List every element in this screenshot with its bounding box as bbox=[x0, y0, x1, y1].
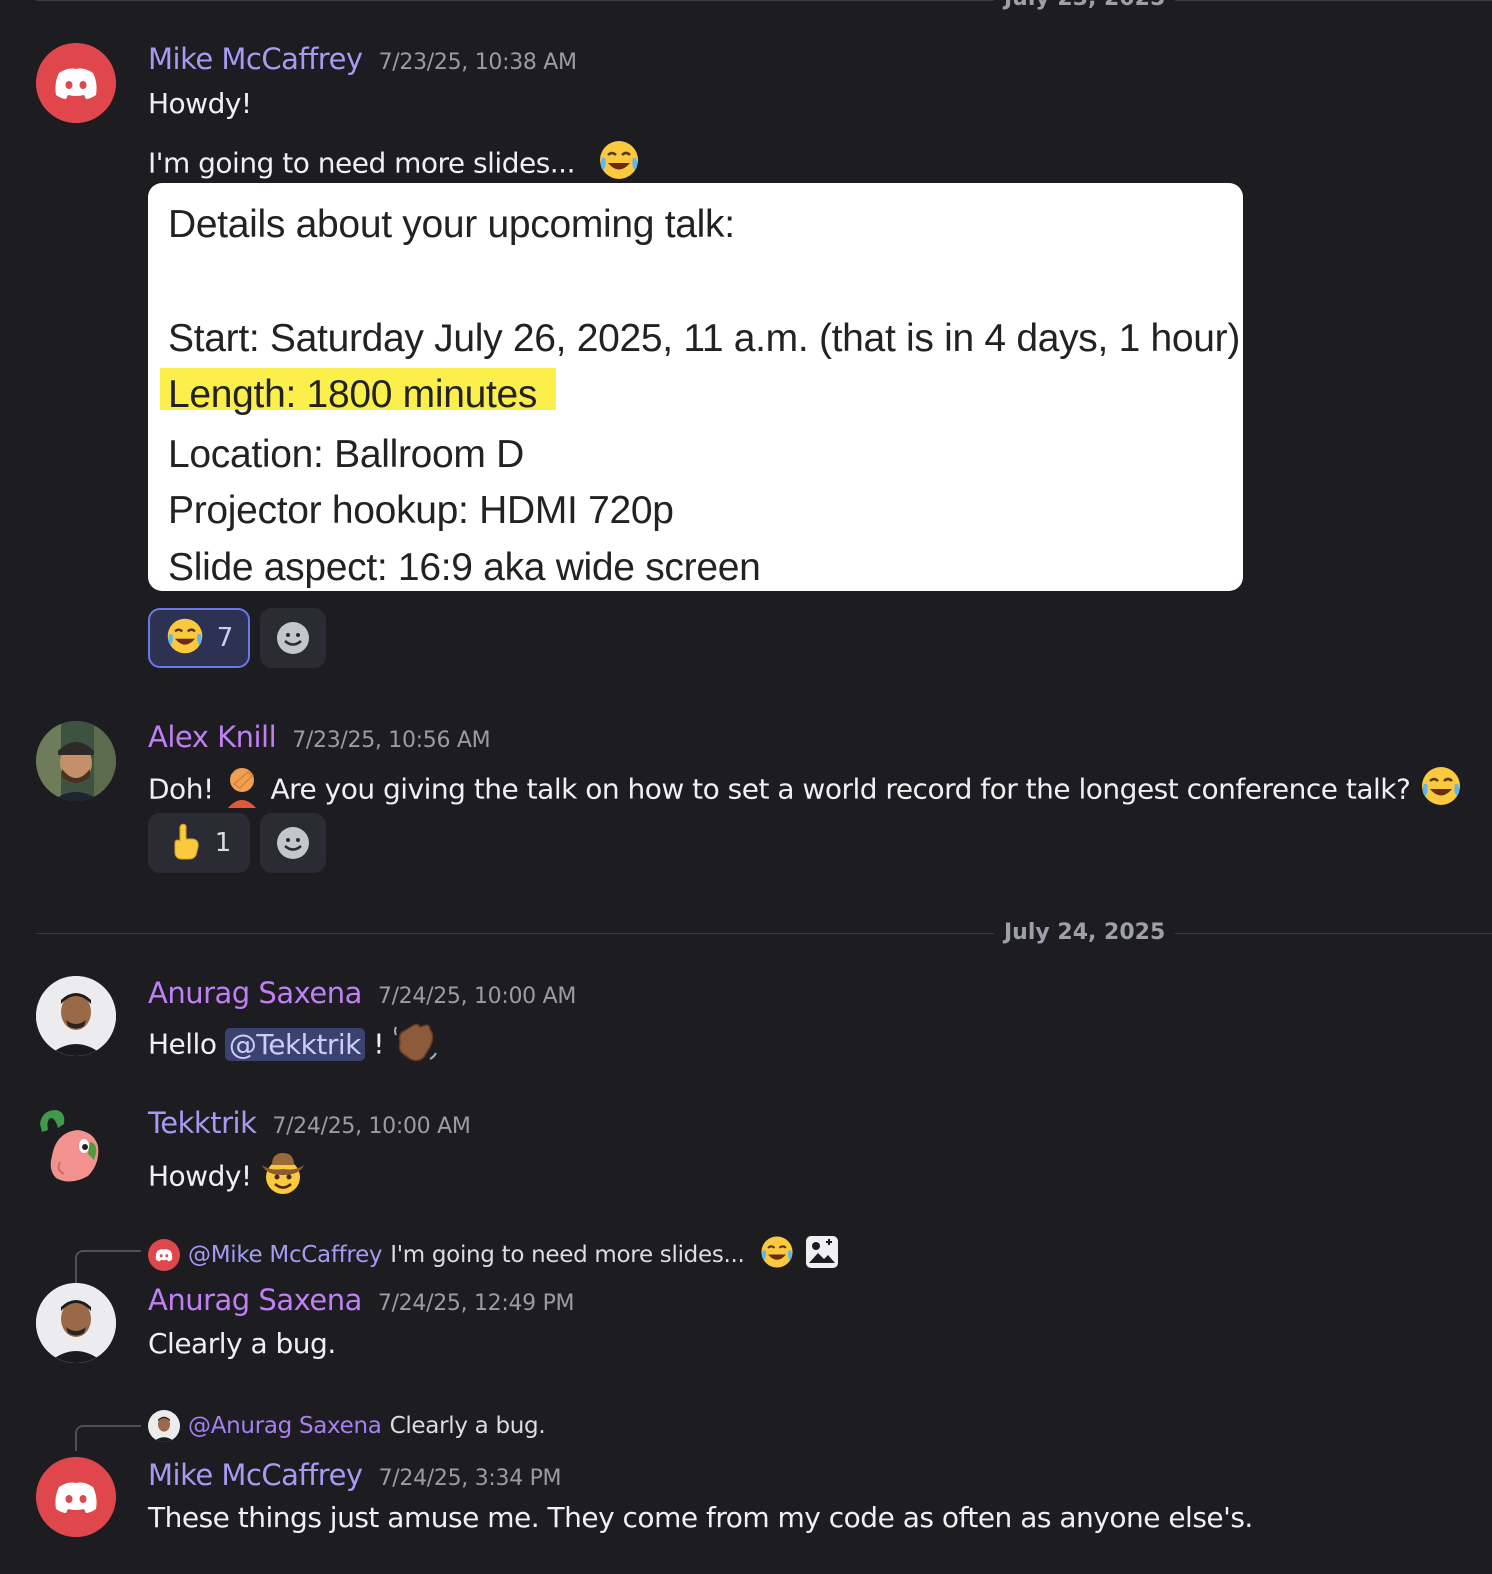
username[interactable]: Mike McCaffrey bbox=[148, 1458, 363, 1492]
attachment-line: Length: 1800 minutes bbox=[168, 373, 538, 416]
user-mention[interactable]: @Tekktrik bbox=[224, 1027, 365, 1061]
message-header: Mike McCaffrey 7/24/25, 3:34 PM bbox=[148, 1458, 562, 1492]
reaction-count: 1 bbox=[214, 828, 232, 858]
user-photo-icon bbox=[36, 721, 116, 801]
message-text-content: Hello bbox=[148, 1027, 217, 1061]
username[interactable]: Anurag Saxena bbox=[148, 976, 362, 1010]
reply-text: Clearly a bug. bbox=[389, 1413, 546, 1439]
add-reaction-icon bbox=[277, 622, 309, 654]
cowboy-emoji-icon bbox=[260, 1149, 306, 1206]
message-text-content: ! bbox=[373, 1027, 385, 1061]
reply-avatar bbox=[148, 1410, 180, 1442]
reaction-pointing-up[interactable]: 1 bbox=[148, 813, 250, 873]
attachment-line: Projector hookup: HDMI 720p bbox=[168, 489, 674, 532]
facepalm-emoji-icon bbox=[222, 764, 262, 817]
username[interactable]: Mike McCaffrey bbox=[148, 42, 363, 76]
message-text-content: Doh! bbox=[148, 772, 214, 806]
avatar[interactable] bbox=[36, 976, 116, 1056]
parrot-avatar-icon bbox=[40, 1110, 99, 1182]
username[interactable]: Anurag Saxena bbox=[148, 1283, 362, 1317]
user-photo-icon bbox=[36, 976, 116, 1056]
username[interactable]: Tekktrik bbox=[148, 1106, 257, 1140]
timestamp[interactable]: 7/24/25, 12:49 PM bbox=[378, 1291, 575, 1316]
joy-emoji-icon bbox=[759, 1234, 795, 1276]
reply-text: I'm going to need more slides... bbox=[390, 1242, 745, 1268]
reply-spine bbox=[75, 1250, 141, 1286]
pointing-up-hand-emoji-icon bbox=[167, 821, 203, 865]
reply-spine bbox=[75, 1425, 141, 1451]
image-attachment-icon bbox=[805, 1235, 839, 1275]
reply-avatar bbox=[148, 1239, 180, 1271]
timestamp[interactable]: 7/23/25, 10:56 AM bbox=[292, 728, 490, 753]
message-text-content: I'm going to need more slides... bbox=[148, 146, 575, 180]
reply-author[interactable]: @Anurag Saxena bbox=[188, 1413, 382, 1439]
discord-logo-icon bbox=[36, 1457, 116, 1537]
image-attachment[interactable]: Details about your upcoming talk: Start:… bbox=[148, 183, 1243, 591]
timestamp[interactable]: 7/24/25, 10:00 AM bbox=[378, 984, 576, 1009]
message-text: These things just amuse me. They come fr… bbox=[148, 1501, 1253, 1534]
message-text: Clearly a bug. bbox=[148, 1327, 336, 1360]
reply-reference[interactable]: @Mike McCaffrey I'm going to need more s… bbox=[148, 1234, 839, 1276]
joy-emoji-icon bbox=[165, 616, 205, 660]
avatar[interactable] bbox=[36, 1283, 116, 1363]
avatar[interactable] bbox=[36, 43, 116, 123]
reply-author[interactable]: @Mike McCaffrey bbox=[188, 1242, 383, 1268]
timestamp[interactable]: 7/24/25, 10:00 AM bbox=[272, 1114, 470, 1139]
attachment-line: Start: Saturday July 26, 2025, 11 a.m. (… bbox=[168, 317, 1241, 360]
attachment-line: Slide aspect: 16:9 aka wide screen bbox=[168, 546, 761, 589]
user-photo-icon bbox=[36, 1283, 116, 1363]
avatar[interactable] bbox=[36, 1457, 116, 1537]
add-reaction-button[interactable] bbox=[260, 608, 326, 668]
date-divider-line bbox=[36, 933, 1492, 934]
discord-logo-icon bbox=[36, 43, 116, 123]
message-header: Anurag Saxena 7/24/25, 12:49 PM bbox=[148, 1283, 575, 1317]
attachment-line: Details about your upcoming talk: bbox=[168, 203, 735, 246]
date-divider-label: July 24, 2025 bbox=[994, 920, 1176, 945]
avatar[interactable] bbox=[36, 721, 116, 801]
joy-emoji-icon bbox=[1419, 764, 1463, 817]
message-text: Doh! Are you giving the talk on how to s… bbox=[148, 764, 1463, 817]
timestamp[interactable]: 7/24/25, 3:34 PM bbox=[379, 1466, 562, 1491]
message-header: Anurag Saxena 7/24/25, 10:00 AM bbox=[148, 976, 576, 1010]
add-reaction-button[interactable] bbox=[260, 813, 326, 873]
user-photo-icon bbox=[148, 1410, 180, 1442]
username[interactable]: Alex Knill bbox=[148, 720, 277, 754]
message-header: Tekktrik 7/24/25, 10:00 AM bbox=[148, 1106, 471, 1140]
message-header: Alex Knill 7/23/25, 10:56 AM bbox=[148, 720, 491, 754]
timestamp[interactable]: 7/23/25, 10:38 AM bbox=[379, 50, 577, 75]
message-text: Howdy! bbox=[148, 1149, 306, 1206]
add-reaction-icon bbox=[277, 827, 309, 859]
message-text: Howdy! bbox=[148, 87, 252, 120]
date-divider-line bbox=[36, 0, 1492, 1]
reaction-count: 7 bbox=[216, 623, 234, 653]
date-divider-label: July 23, 2025 bbox=[994, 0, 1176, 11]
message-text: Hello @Tekktrik ! bbox=[148, 1019, 438, 1072]
discord-logo-icon bbox=[148, 1239, 180, 1271]
avatar[interactable] bbox=[36, 1106, 116, 1186]
message-text-content: Howdy! bbox=[148, 1159, 252, 1193]
message-text-content: Are you giving the talk on how to set a … bbox=[270, 772, 1411, 806]
waving-hand-emoji-icon bbox=[392, 1019, 438, 1072]
reaction-joy[interactable]: 7 bbox=[148, 608, 250, 668]
message-header: Mike McCaffrey 7/23/25, 10:38 AM bbox=[148, 42, 577, 76]
attachment-line: Location: Ballroom D bbox=[168, 433, 525, 476]
reply-reference[interactable]: @Anurag Saxena Clearly a bug. bbox=[148, 1410, 546, 1442]
